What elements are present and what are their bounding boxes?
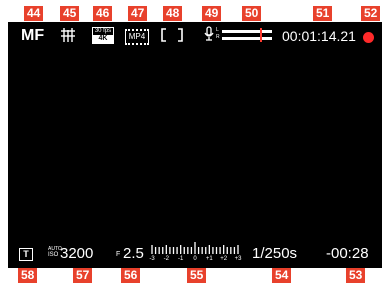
- mic-level-right: [222, 37, 272, 40]
- microphone-icon: [204, 26, 214, 41]
- remaining-time: -00:28: [326, 245, 369, 262]
- exposure-scale: -3 -2 -1 0 +1 +2 +3: [148, 242, 242, 266]
- video-format-icon: 30 fps 4K: [92, 27, 114, 44]
- film-strip-icon: MP4: [125, 29, 149, 45]
- mic-channel-right-label: R: [216, 34, 220, 40]
- callout-54: 54: [272, 268, 292, 283]
- exposure-scale-label: -3: [149, 256, 155, 262]
- callout-57: 57: [73, 268, 93, 283]
- aperture-prefix: F: [116, 251, 121, 258]
- exposure-scale-label: -2: [163, 256, 169, 262]
- iso-value: 3200: [60, 245, 94, 262]
- exposure-scale-label: +1: [205, 256, 213, 262]
- t-mode-icon: T: [19, 248, 33, 261]
- callout-44: 44: [24, 6, 44, 21]
- shutter-speed: 1/250s: [252, 245, 298, 262]
- callout-56: 56: [121, 268, 141, 283]
- callout-47: 47: [128, 6, 148, 21]
- callout-55: 55: [187, 268, 207, 283]
- callout-52: 52: [361, 6, 381, 21]
- spot-metering-icon: [161, 28, 183, 42]
- video-format-res: 4K: [93, 35, 113, 43]
- timecode: 00:01:14.21: [282, 28, 356, 44]
- iso-label: ISO: [48, 252, 59, 258]
- exposure-scale-label: 0: [193, 256, 197, 262]
- mic-level-meter: L R: [216, 27, 278, 42]
- mic-level-left: [222, 30, 272, 33]
- file-format-label: MP4: [128, 32, 146, 41]
- callout-46: 46: [93, 6, 113, 21]
- record-dot-icon: [363, 32, 374, 43]
- mic-channel-left-label: L: [216, 27, 219, 33]
- exposure-scale-label: -1: [177, 256, 184, 262]
- aperture-value: 2.5: [123, 245, 144, 262]
- exposure-scale-ticks: [151, 242, 239, 254]
- callout-49: 49: [202, 6, 222, 21]
- exposure-scale-label: +3: [234, 256, 242, 262]
- focus-mode: MF: [21, 27, 45, 44]
- callout-48: 48: [163, 6, 183, 21]
- callout-53: 53: [346, 268, 366, 283]
- callout-51: 51: [313, 6, 333, 21]
- exposure-scale-label: +2: [220, 256, 228, 262]
- grid-lines-icon: [61, 28, 75, 42]
- mic-peak-marker: [260, 28, 262, 42]
- callout-45: 45: [60, 6, 80, 21]
- callout-50: 50: [242, 6, 262, 21]
- video-format-fps: 30 fps: [94, 28, 112, 34]
- callout-58: 58: [18, 268, 38, 283]
- exposure-scale-labels: -3 -2 -1 0 +1 +2 +3: [148, 255, 242, 265]
- camera-screen: MF 30 fps 4K MP4 L R 00:01:14.21 T AUTO …: [8, 22, 382, 268]
